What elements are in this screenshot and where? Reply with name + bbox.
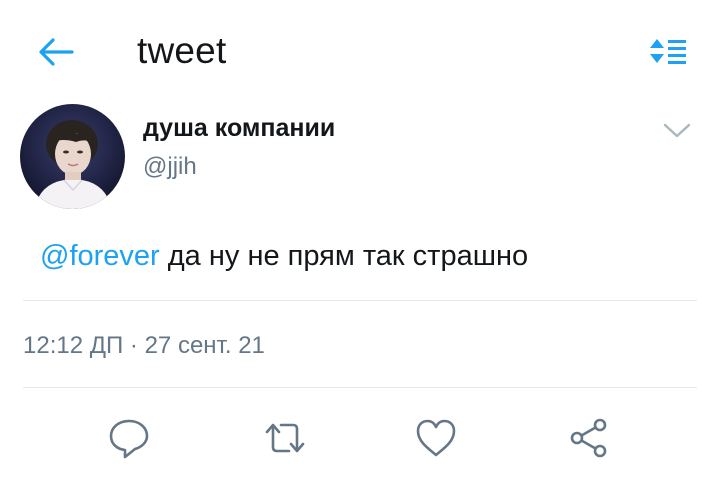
tweet-timestamp: 12:12 ДП · 27 сент. 21 bbox=[23, 332, 265, 360]
arrow-left-icon bbox=[39, 38, 74, 66]
author-handle[interactable]: @jjih bbox=[143, 153, 197, 181]
reply-button[interactable] bbox=[103, 412, 155, 464]
author-display-name[interactable]: душа компании bbox=[143, 114, 335, 143]
mention-link[interactable]: @forever bbox=[40, 240, 160, 272]
avatar[interactable] bbox=[20, 104, 125, 209]
tweet-date: 27 сент. 21 bbox=[144, 332, 265, 359]
retweet-icon bbox=[265, 423, 305, 453]
timestamp-separator: · bbox=[129, 332, 138, 359]
divider bbox=[23, 300, 697, 301]
tweet-options-button[interactable] bbox=[652, 110, 702, 150]
tweet-body: да ну не прям так страшно bbox=[159, 240, 529, 272]
chevron-down-icon bbox=[663, 123, 691, 138]
sort-button[interactable] bbox=[640, 30, 696, 74]
retweet-button[interactable] bbox=[259, 412, 311, 464]
tweet-time: 12:12 ДП bbox=[23, 332, 124, 359]
avatar-photo bbox=[20, 104, 125, 209]
tweet-text: @forever да ну не прям так страшно bbox=[40, 240, 528, 273]
share-button[interactable] bbox=[563, 412, 615, 464]
heart-icon bbox=[416, 419, 456, 457]
sort-list-icon bbox=[650, 39, 686, 64]
divider bbox=[23, 387, 697, 388]
back-button[interactable] bbox=[30, 28, 82, 76]
page-title: tweet bbox=[137, 30, 227, 71]
speech-bubble-icon bbox=[109, 419, 149, 459]
like-button[interactable] bbox=[410, 412, 462, 464]
share-icon bbox=[570, 418, 607, 458]
